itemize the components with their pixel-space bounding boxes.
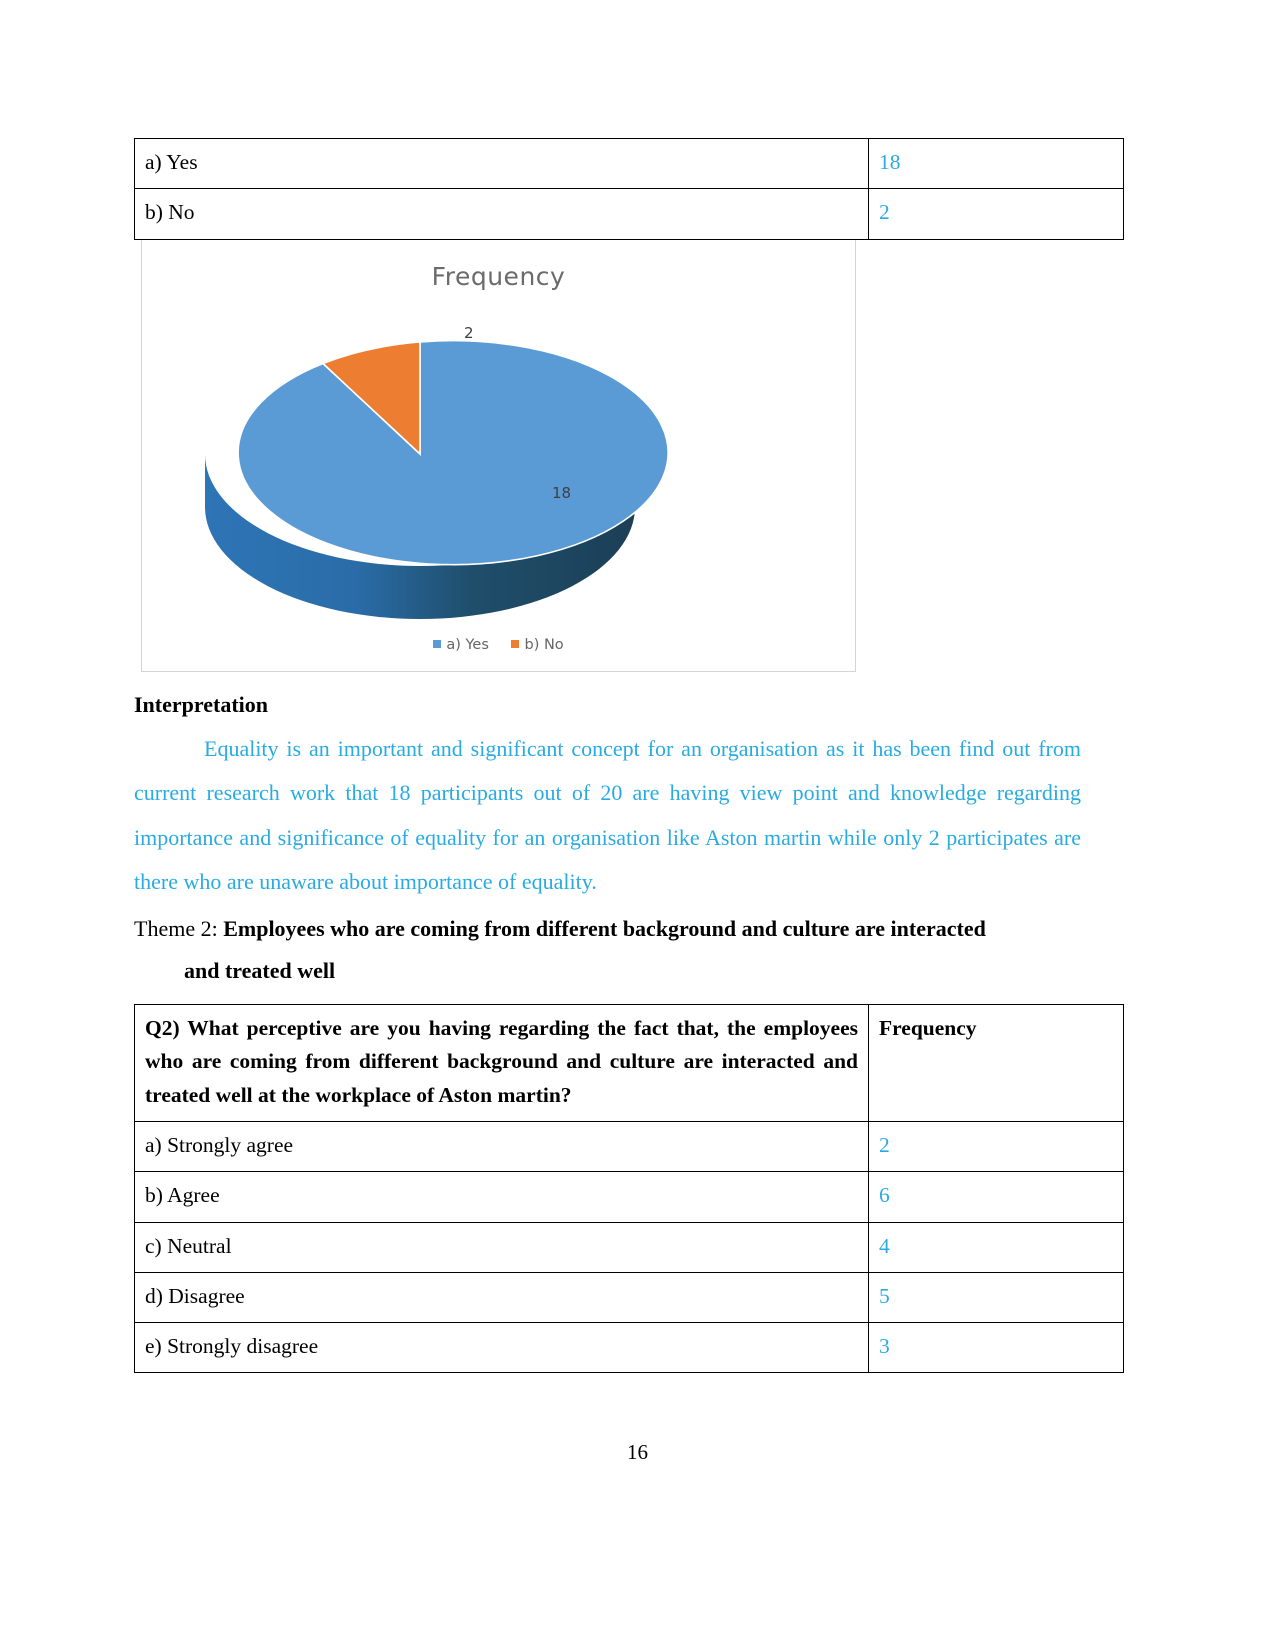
pie-data-label-yes: 18 [552,483,572,502]
table-row: d) Disagree 5 [134,1271,1124,1324]
q1-frequency-table: a) Yes 18 b) No 2 [134,137,1124,240]
chart-legend: a) Yes b) No [142,637,855,653]
table-row: b) Agree 6 [134,1171,1124,1223]
table-row: a) Yes 18 [134,137,1124,190]
document-page: a) Yes 18 b) No 2 Frequency 2 18 a) Yes … [0,0,1275,1651]
option-label-cell: e) Strongly disagree [134,1322,869,1374]
option-frequency-cell: 5 [868,1271,1124,1324]
table-row: e) Strongly disagree 3 [134,1322,1124,1374]
page-number: 16 [627,1440,648,1464]
option-frequency-cell: 18 [868,137,1124,190]
option-frequency-cell: 2 [868,1120,1124,1173]
option-label-cell: b) Agree [134,1171,869,1223]
page-content: a) Yes 18 b) No 2 Frequency 2 18 a) Yes … [134,137,1124,1374]
interpretation-text: Equality is an important and significant… [134,735,1081,894]
frequency-header-cell: Frequency [868,1003,1124,1122]
option-label-cell: c) Neutral [134,1221,869,1273]
table-row: c) Neutral 4 [134,1221,1124,1273]
option-label-cell: d) Disagree [134,1271,869,1324]
option-frequency-cell: 4 [868,1221,1124,1273]
theme-heading: Theme 2: Employees who are coming from d… [134,908,1081,950]
option-frequency-cell: 6 [868,1171,1124,1223]
option-frequency-cell: 3 [868,1322,1124,1374]
option-label-cell: b) No [134,188,869,240]
option-frequency-cell: 2 [868,188,1124,240]
legend-swatch-icon [511,639,520,648]
option-label-cell: a) Yes [134,137,869,190]
legend-label: a) Yes [446,636,489,653]
legend-swatch-icon [433,639,442,648]
pie-svg [205,339,669,619]
theme-title: Employees who are coming from different … [223,916,986,942]
frequency-pie-chart: Frequency 2 18 a) Yes b) No [141,239,856,672]
table-row: a) Strongly agree 2 [134,1120,1124,1173]
pie-data-label-no: 2 [464,323,474,342]
q2-frequency-table: Q2) What perceptive are you having regar… [134,1003,1124,1374]
interpretation-heading: Interpretation [134,691,269,717]
option-label-cell: a) Strongly agree [134,1120,869,1173]
pie-slice-yes [237,339,669,566]
theme-prefix: Theme 2: [134,916,224,942]
table-header-row: Q2) What perceptive are you having regar… [134,1003,1124,1122]
legend-label: b) No [524,636,564,653]
table-row: b) No 2 [134,188,1124,240]
legend-item-no: b) No [511,636,564,653]
theme-title-continued: and treated well [184,958,336,984]
legend-item-yes: a) Yes [433,637,489,653]
interpretation-paragraph: Equality is an important and significant… [134,727,1081,905]
chart-title: Frequency [431,261,566,291]
pie-graphic: 2 18 [142,302,855,622]
question-cell: Q2) What perceptive are you having regar… [134,1003,869,1122]
